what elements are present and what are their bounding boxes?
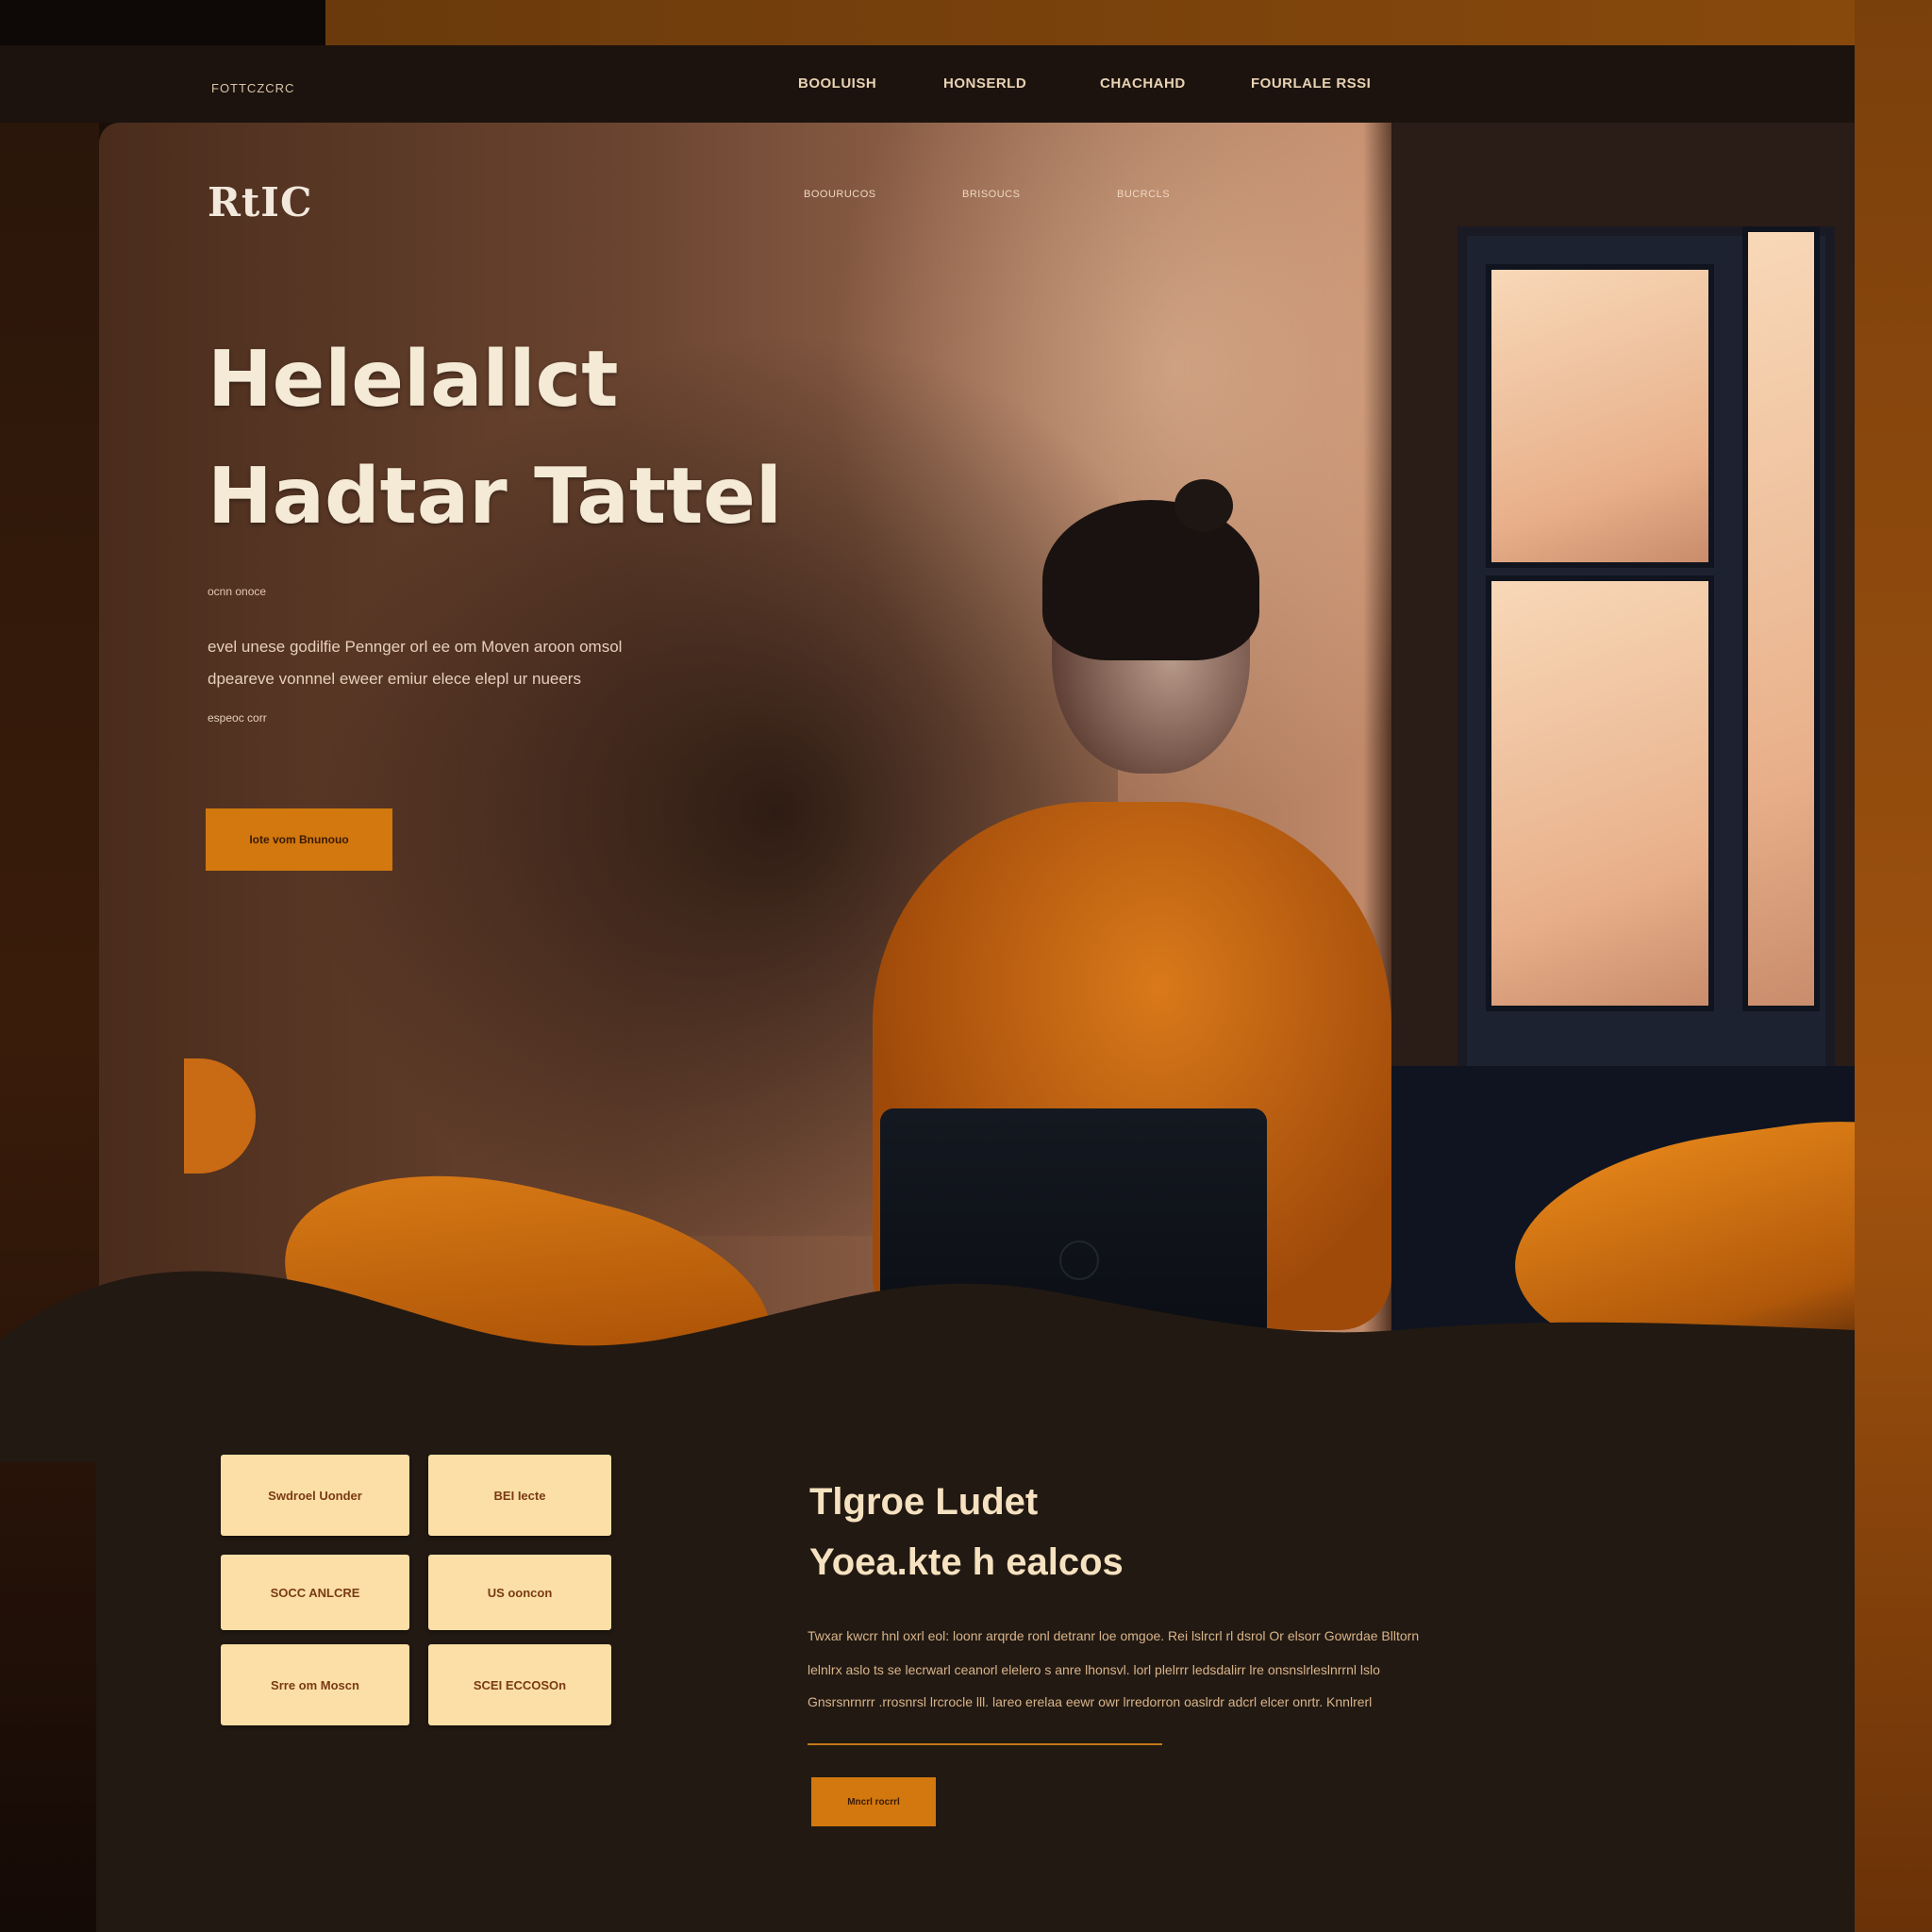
section-cta-button[interactable]: Mncrl rocrrl [811, 1777, 936, 1826]
frame-left-border [0, 123, 99, 1932]
hero-body-line-2: dpeareve vonnnel eweer emiur elece elepl… [208, 670, 581, 688]
feature-tile-2[interactable]: BEI Iecte [428, 1455, 611, 1536]
hero-body-line-1: evel unese godilfie Pennger orl ee om Mo… [208, 638, 623, 656]
hero-eyebrow: ocnn onoce [208, 585, 267, 598]
section-body-line-1: Twxar kwcrr hnl oxrl eol: loonr arqrde r… [808, 1628, 1420, 1643]
frame-corner [0, 0, 325, 45]
feature-tile-6[interactable]: SCEI ECCOSOn [428, 1644, 611, 1725]
section-body-line-3: Gnsrsnrnrrr .rrosnrsl lrcrocle lll. lare… [808, 1694, 1373, 1709]
frame-top-border [325, 0, 1932, 45]
top-nav-link-3[interactable]: CHACHAHD [1100, 75, 1186, 92]
hero-nav-link-2[interactable]: BRISOUCS [962, 189, 1020, 200]
section-body-line-2: lelnlrx aslo ts se lecrwarl ceanorl elel… [808, 1662, 1380, 1677]
person-hair [1042, 500, 1259, 660]
person-hair-bun [1174, 479, 1233, 532]
hero-cta-button[interactable]: Iote vom Bnunouo [206, 808, 392, 871]
hero-section [99, 123, 1855, 1349]
top-brand-link[interactable]: FOTTCZCRC [211, 81, 294, 95]
feature-tile-4[interactable]: US ooncon [428, 1555, 611, 1630]
orange-cushion [184, 1058, 256, 1174]
window-pane-lower [1486, 575, 1714, 1011]
hero-nav-link-1[interactable]: BOOURUCOS [804, 189, 876, 200]
window-pane-side [1742, 226, 1820, 1011]
hero-headline-line-2: Hadtar Tattel [208, 452, 782, 541]
section-title-line-2: Yoea.kte h ealcos [809, 1541, 1124, 1583]
top-nav-link-2[interactable]: HONSERLD [943, 75, 1026, 92]
hero-nav-link-3[interactable]: BUCRCLS [1117, 189, 1170, 200]
feature-tile-1[interactable]: Swdroel Uonder [221, 1455, 409, 1536]
site-logo[interactable]: RtIC [208, 179, 312, 225]
hero-headline-line-1: Helelallct [208, 335, 619, 425]
hero-body-line-3: espeoc corr [208, 711, 267, 724]
top-nav-link-1[interactable]: BOOLUISH [798, 75, 876, 92]
section-divider [808, 1743, 1162, 1745]
section-title-line-1: Tlgroe Ludet [809, 1481, 1039, 1523]
top-nav-link-4[interactable]: FOURLALE RSSI [1251, 75, 1371, 92]
feature-tile-3[interactable]: SOCC ANLCRE [221, 1555, 409, 1630]
frame-right-border [1855, 0, 1932, 1932]
window-pane-upper [1486, 264, 1714, 568]
feature-tile-5[interactable]: Srre om Moscn [221, 1644, 409, 1725]
